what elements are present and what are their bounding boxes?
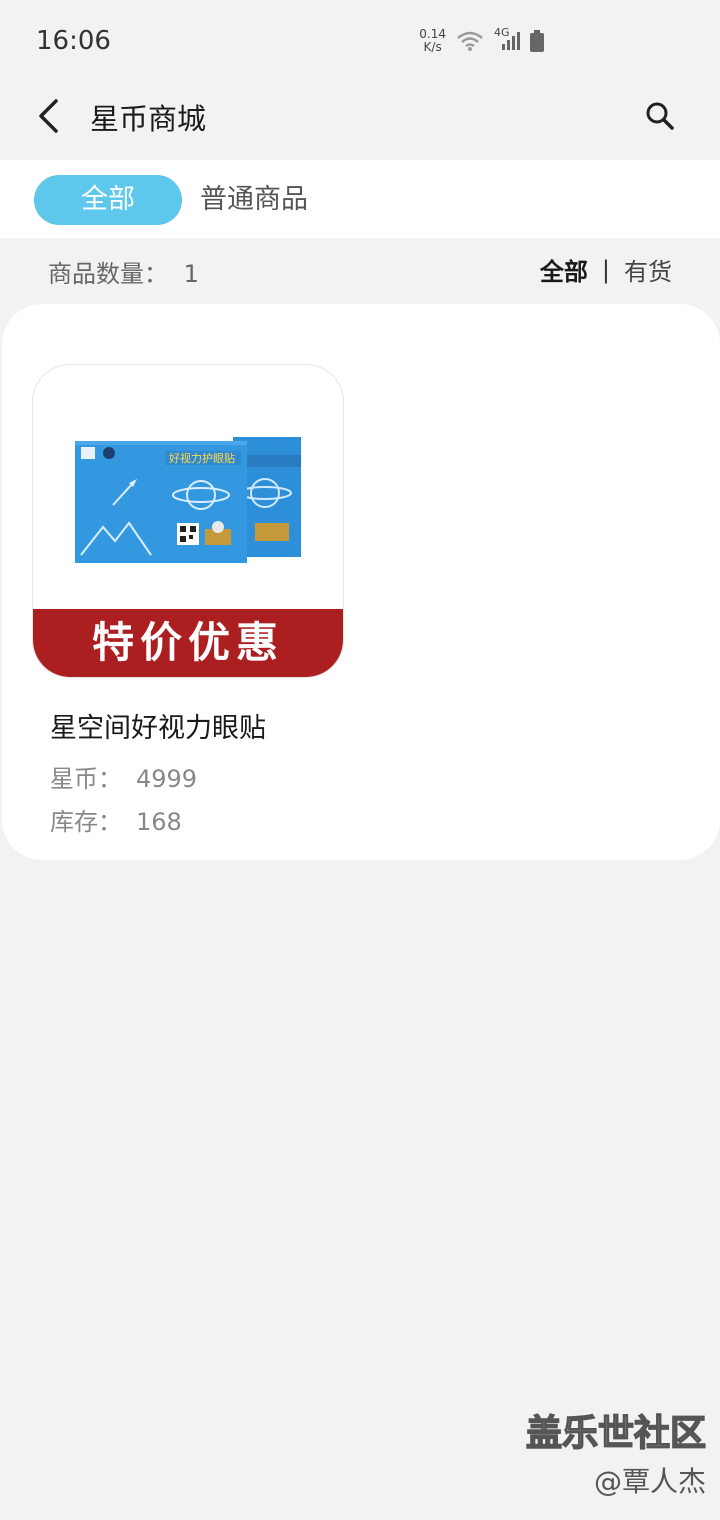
stock-filter: 全部 | 有货 <box>540 252 672 287</box>
tab-all[interactable]: 全部 <box>34 175 182 225</box>
watermark-brand: 盖乐世社区 <box>525 1412 707 1455</box>
app-bar: 星币商城 <box>0 86 720 160</box>
watermark: 盖乐世社区 @覃人杰 <box>525 1404 707 1500</box>
network-speed: 0.14 K/s <box>419 27 446 54</box>
filter-row: 商品数量： 1 全部 | 有货 <box>0 240 720 300</box>
filter-separator: | <box>601 255 610 284</box>
battery-icon <box>530 30 544 52</box>
page-title: 星币商城 <box>90 102 207 136</box>
product-price: 星币： 4999 <box>50 759 342 794</box>
stock-value: 168 <box>136 808 182 836</box>
status-bar: 16:06 0.14 K/s 4G <box>0 0 720 86</box>
tab-regular-goods[interactable]: 普通商品 <box>200 175 308 225</box>
filter-in-stock-button[interactable]: 有货 <box>624 252 672 287</box>
status-time: 16:06 <box>36 26 111 56</box>
search-button[interactable] <box>642 98 678 134</box>
price-label: 星币： <box>50 765 122 793</box>
signal-icon <box>502 32 520 50</box>
cellular-signal: 4G <box>494 26 520 52</box>
product-stock: 库存： 168 <box>50 802 342 837</box>
stock-label: 库存： <box>50 808 122 836</box>
svg-text:好视力护眼贴: 好视力护眼贴 <box>169 451 235 465</box>
product-name: 星空间好视力眼贴 <box>50 713 266 744</box>
wifi-icon <box>457 31 483 51</box>
product-image[interactable]: 好视力护眼贴 特价优惠 <box>32 364 344 678</box>
product-count: 商品数量： 1 <box>48 254 199 289</box>
category-tabs: 全部 普通商品 <box>0 160 720 238</box>
price-value: 4999 <box>136 765 198 793</box>
product-list: 好视力护眼贴 特价优惠 星空间好视力眼贴 星币： 4999 库存： 168 <box>2 304 720 860</box>
status-icons: 0.14 K/s 4G <box>419 26 544 54</box>
product-count-label: 商品数量： <box>48 260 168 288</box>
chevron-left-icon <box>39 99 58 133</box>
watermark-user: @覃人杰 <box>593 1465 706 1498</box>
product-count-value: 1 <box>183 260 199 288</box>
back-button[interactable] <box>28 94 68 138</box>
search-icon <box>646 102 674 130</box>
eye-patch-box-image: 好视力护眼贴 <box>75 437 301 563</box>
promo-banner: 特价优惠 <box>33 609 343 677</box>
filter-all-button[interactable]: 全部 <box>540 252 588 287</box>
product-card[interactable]: 好视力护眼贴 特价优惠 星空间好视力眼贴 星币： 4999 库存： 168 <box>32 364 344 837</box>
